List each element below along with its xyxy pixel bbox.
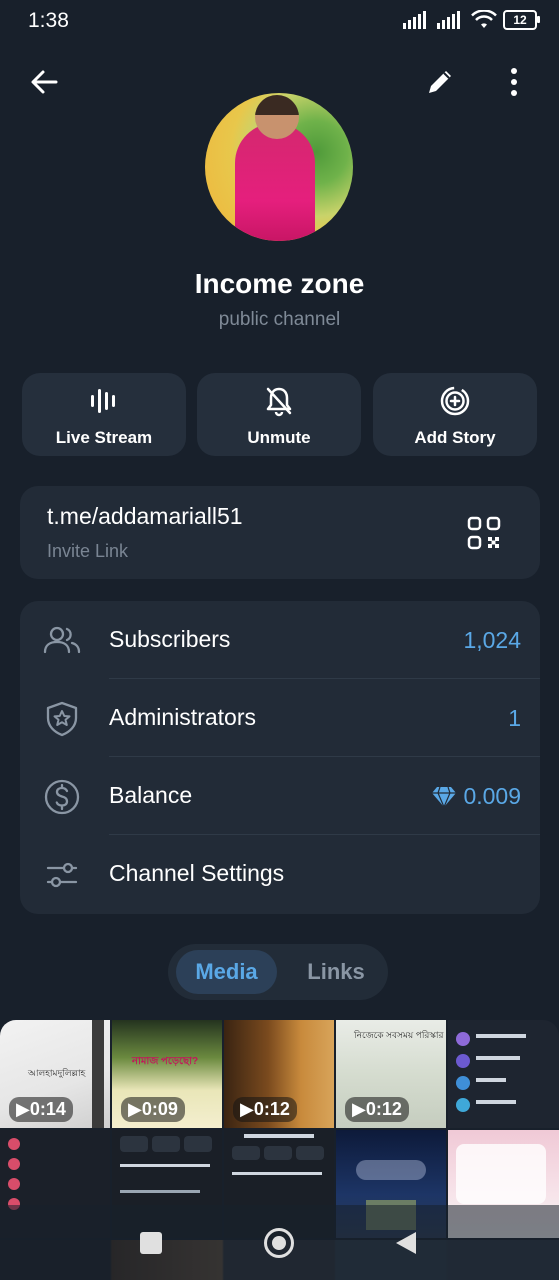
add-story-icon [440,386,470,416]
media-thumb[interactable]: নামাজ পড়েছো? ▶0:09 [112,1020,222,1128]
back-nav-icon[interactable] [394,1230,418,1256]
media-caption: আলহামদুলিল্লাহ [28,1068,86,1078]
channel-title: Income zone [194,268,365,299]
signal-icon [403,11,426,29]
dollar-circle-icon [44,779,80,815]
people-icon [43,626,81,654]
balance-value-wrap: 0.009 [431,783,521,810]
video-duration: ▶0:09 [121,1097,185,1122]
invite-link-url[interactable]: t.me/addamariall51 [47,503,243,530]
channel-avatar[interactable] [205,93,353,241]
video-duration: ▶0:14 [9,1097,73,1122]
unmute-label: Unmute [247,428,311,447]
sliders-icon [46,862,78,888]
play-icon: ▶ [128,1099,142,1119]
play-icon: ▶ [16,1099,30,1119]
live-stream-label: Live Stream [55,428,153,447]
media-thumb[interactable] [448,1020,559,1128]
live-stream-button[interactable]: Live Stream [22,373,186,456]
back-arrow-icon[interactable] [26,64,62,100]
media-thumb[interactable]: নিজেকে সবসময় পরিস্কার ▶0:12 [336,1020,446,1128]
system-nav-bar [0,1205,559,1280]
shield-star-icon [46,701,78,737]
add-story-button[interactable]: Add Story [373,373,537,456]
video-duration: ▶0:12 [345,1097,409,1122]
status-icons: 12 [403,10,540,30]
qr-code-icon[interactable] [467,516,501,550]
unmute-button[interactable]: Unmute [197,373,361,456]
add-story-label: Add Story [414,428,496,447]
media-thumb[interactable]: ▶0:12 [224,1020,334,1128]
video-duration: ▶0:12 [233,1097,297,1122]
more-vert-icon[interactable] [498,64,530,100]
invite-link-card[interactable]: t.me/addamariall51 Invite Link [20,486,540,579]
avatar-figure [235,123,315,241]
edit-pencil-icon[interactable] [422,64,458,100]
tab-media[interactable]: Media [176,950,277,994]
duration-text: 0:12 [365,1099,402,1119]
tab-links[interactable]: Links [288,950,384,994]
media-caption: নিজেকে সবসময় পরিস্কার [354,1030,444,1040]
status-time: 1:38 [28,9,69,32]
channel-type: public channel [218,309,341,330]
subscribers-row[interactable]: Subscribers 1,024 [20,601,540,679]
duration-text: 0:12 [253,1099,290,1119]
channel-settings-label: Channel Settings [109,860,285,886]
subscribers-label: Subscribers [109,626,231,652]
play-icon: ▶ [240,1099,254,1119]
avatar-head [255,95,299,139]
invite-link-label: Invite Link [47,541,129,561]
home-icon[interactable] [264,1228,294,1258]
administrators-count: 1 [508,705,521,731]
recent-apps-icon[interactable] [140,1232,162,1254]
live-stream-icon [91,389,115,413]
media-caption: নামাজ পড়েছো? [132,1056,199,1067]
bell-off-icon [266,387,292,417]
balance-label: Balance [109,782,193,808]
signal-icon-2 [437,11,460,29]
subscribers-count: 1,024 [463,627,521,653]
wifi-icon [471,10,497,28]
battery-icon: 12 [503,10,540,30]
administrators-row[interactable]: Administrators 1 [20,679,540,757]
media-thumb[interactable]: আলহামদুলিল্লাহ ▶0:14 [0,1020,110,1128]
channel-info-card: Subscribers 1,024 Administrators 1 Balan… [20,601,540,914]
play-icon: ▶ [352,1099,366,1119]
duration-text: 0:14 [29,1099,66,1119]
media-tabs: Media Links [168,944,388,1000]
duration-text: 0:09 [141,1099,178,1119]
diamond-icon [432,786,457,808]
channel-settings-row[interactable]: Channel Settings [20,835,540,913]
administrators-label: Administrators [109,704,256,730]
balance-value: 0.009 [463,783,521,809]
balance-row[interactable]: Balance 0.009 [20,757,540,835]
